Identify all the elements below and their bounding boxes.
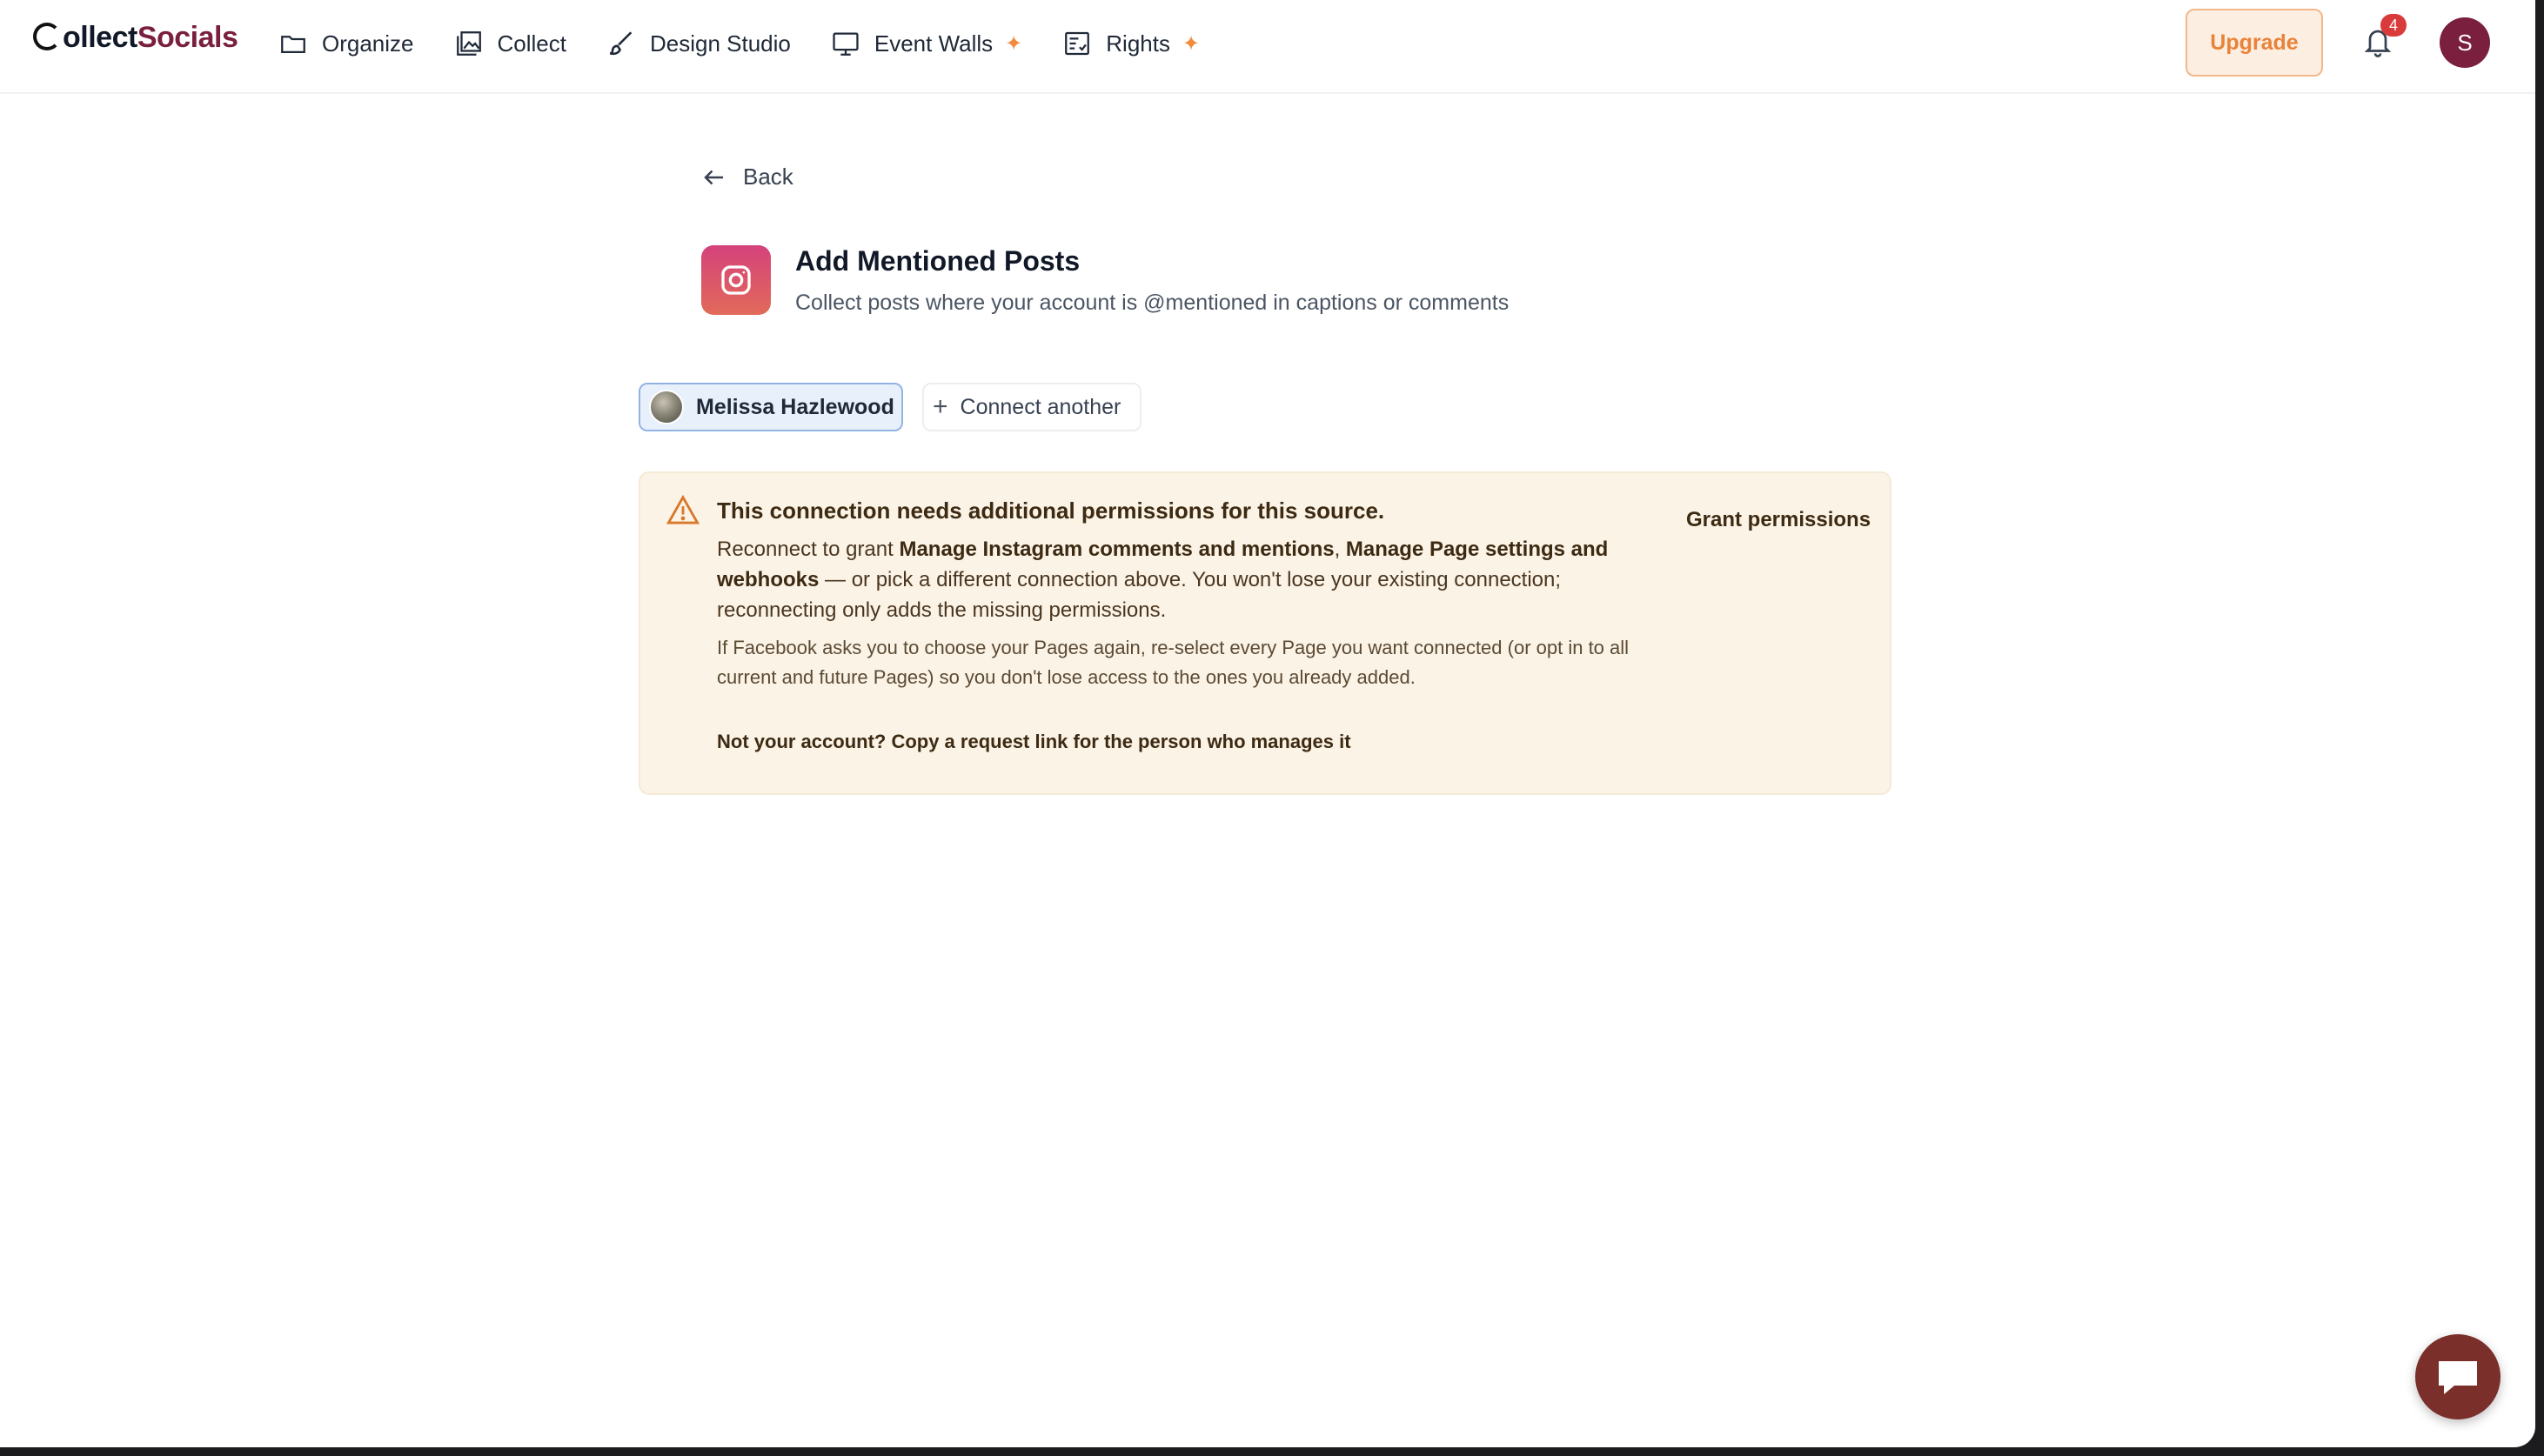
page-title: Add Mentioned Posts: [795, 245, 1081, 277]
folder-icon: [281, 36, 305, 54]
logo-mark-icon: [33, 22, 61, 50]
instagram-icon: [701, 245, 771, 315]
back-label: Back: [743, 164, 793, 190]
nav-label: Rights: [1106, 30, 1170, 57]
nav-item-event-walls[interactable]: Event Walls ✦: [831, 0, 1022, 87]
account-name: Melissa Hazlewood: [696, 394, 894, 419]
chat-widget-button[interactable]: [2415, 1334, 2500, 1419]
back-link[interactable]: Back: [701, 164, 793, 190]
nav-item-collect[interactable]: Collect: [454, 0, 566, 87]
alert-body-suffix: — or pick a different connection above. …: [717, 568, 1562, 622]
nav-item-rights[interactable]: Rights ✦: [1062, 0, 1200, 87]
alert-note: If Facebook asks you to choose your Page…: [717, 637, 1630, 688]
nav-label: Event Walls: [874, 30, 994, 57]
nav-label: Design Studio: [649, 30, 791, 57]
brush-icon: [609, 31, 633, 56]
plus-icon: +: [933, 392, 948, 421]
nav-item-organize[interactable]: Organize: [278, 0, 414, 87]
alert-title: This connection needs additional permiss…: [717, 498, 1385, 524]
upgrade-button[interactable]: Upgrade: [2186, 9, 2323, 77]
connect-another-button[interactable]: + Connect another: [922, 383, 1141, 431]
page-subtitle: Collect posts where your account is @men…: [795, 291, 1510, 315]
permissions-alert: This connection needs additional permiss…: [639, 471, 1891, 795]
app-window: ollect Socials Organize Collect Design S…: [0, 0, 2535, 1447]
sparkle-icon: ✦: [1182, 31, 1201, 56]
account-avatar: [649, 390, 684, 424]
sparkle-icon: ✦: [1005, 31, 1023, 56]
chat-bubble-icon: [2439, 1361, 2477, 1394]
checklist-icon: [1065, 31, 1090, 56]
monitor-icon: [833, 32, 859, 56]
grant-permissions-button[interactable]: Grant permissions: [1686, 508, 1871, 532]
nav-label: Organize: [322, 30, 414, 57]
gallery-icon: [456, 31, 481, 56]
alert-body: Reconnect to grant Manage Instagram comm…: [717, 534, 1648, 625]
connect-another-label: Connect another: [960, 394, 1121, 419]
logo-text-part2: Socials: [137, 21, 238, 54]
top-navigation: ollect Socials Organize Collect Design S…: [0, 0, 2535, 94]
notification-badge: 4: [2380, 14, 2407, 37]
arrow-left-icon: [704, 170, 723, 184]
user-avatar[interactable]: S: [2440, 17, 2490, 68]
warning-icon: [666, 494, 700, 524]
logo-text-part1: ollect: [63, 21, 137, 54]
alert-body-separator: ,: [1334, 538, 1346, 561]
main-nav: Organize Collect Design Studio Event Wal…: [278, 0, 1240, 87]
nav-label: Collect: [497, 30, 566, 57]
alert-body-prefix: Reconnect to grant: [717, 538, 900, 561]
permission-comments-mentions: Manage Instagram comments and mentions: [899, 538, 1335, 561]
nav-item-design-studio[interactable]: Design Studio: [606, 0, 791, 87]
copy-request-link[interactable]: Not your account? Copy a request link fo…: [717, 731, 1351, 753]
logo[interactable]: ollect Socials: [33, 21, 238, 55]
connected-account-chip[interactable]: Melissa Hazlewood: [639, 383, 903, 431]
